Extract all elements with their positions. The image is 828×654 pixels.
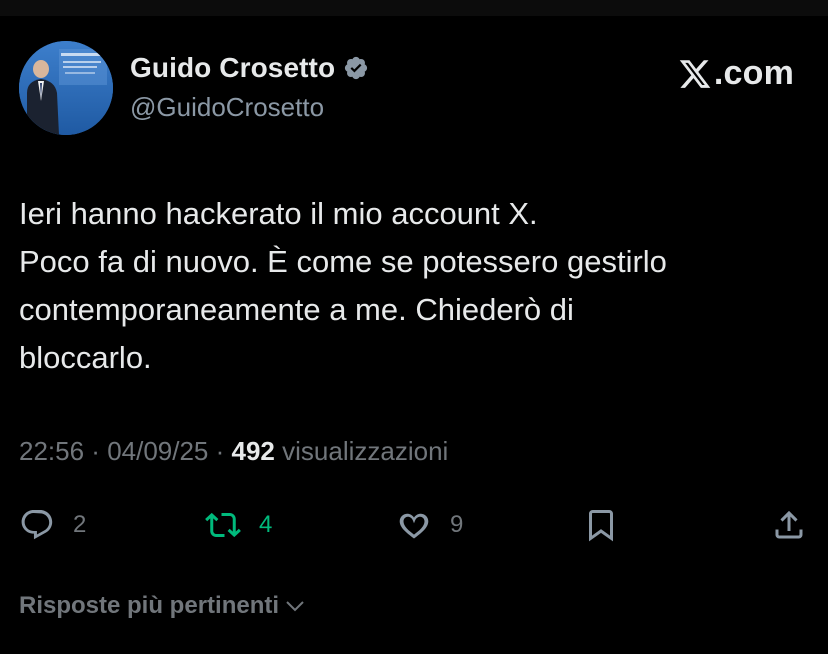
- tweet-meta: 22:56 · 04/09/25 · 492 visualizzazioni: [19, 436, 448, 467]
- display-name[interactable]: Guido Crosetto: [130, 52, 335, 84]
- action-bar: 2 4 9: [0, 500, 828, 550]
- reply-count: 2: [73, 511, 87, 538]
- bookmark-icon: [589, 510, 613, 542]
- chevron-down-icon: [286, 601, 304, 612]
- bookmark-button[interactable]: [583, 500, 619, 550]
- heart-icon: [399, 513, 429, 539]
- reply-button[interactable]: 2: [19, 500, 86, 550]
- replies-sort-toggle[interactable]: Risposte più pertinenti: [19, 592, 307, 620]
- top-strip: [0, 0, 828, 16]
- like-count: 9: [450, 511, 464, 538]
- user-handle[interactable]: @GuidoCrosetto: [130, 92, 324, 123]
- retweet-icon: [205, 512, 241, 538]
- retweet-count: 4: [259, 511, 273, 538]
- meta-separator: ·: [208, 436, 232, 466]
- tweet-text-line: bloccarlo.: [19, 340, 152, 375]
- tweet-text-line: Ieri hanno hackerato il mio account X.: [19, 196, 538, 231]
- tweet-text-line: Poco fa di nuovo. È come se potessero ge…: [19, 244, 667, 279]
- views-count: 492: [231, 436, 275, 466]
- like-button[interactable]: 9: [396, 500, 463, 550]
- meta-separator: ·: [84, 436, 108, 466]
- tweet-text-line: contemporaneamente a me. Chiederò di: [19, 292, 574, 327]
- x-logo-icon: [679, 59, 711, 88]
- brand-text: .com: [713, 54, 794, 92]
- tweet-time[interactable]: 22:56: [19, 436, 84, 466]
- tweet-text: Ieri hanno hackerato il mio account X. P…: [19, 190, 799, 382]
- name-row: Guido Crosetto: [130, 50, 369, 86]
- retweet-button[interactable]: 4: [205, 500, 272, 550]
- share-button[interactable]: [771, 500, 807, 550]
- tweet-date[interactable]: 04/09/25: [107, 436, 208, 466]
- replies-sort-label: Risposte più pertinenti: [19, 592, 280, 619]
- avatar[interactable]: [19, 41, 113, 135]
- views-label: visualizzazioni: [282, 436, 449, 466]
- x-com-brand: .com: [678, 54, 794, 93]
- share-icon: [775, 510, 803, 539]
- reply-icon: [21, 510, 53, 540]
- verified-badge-icon: [345, 56, 368, 80]
